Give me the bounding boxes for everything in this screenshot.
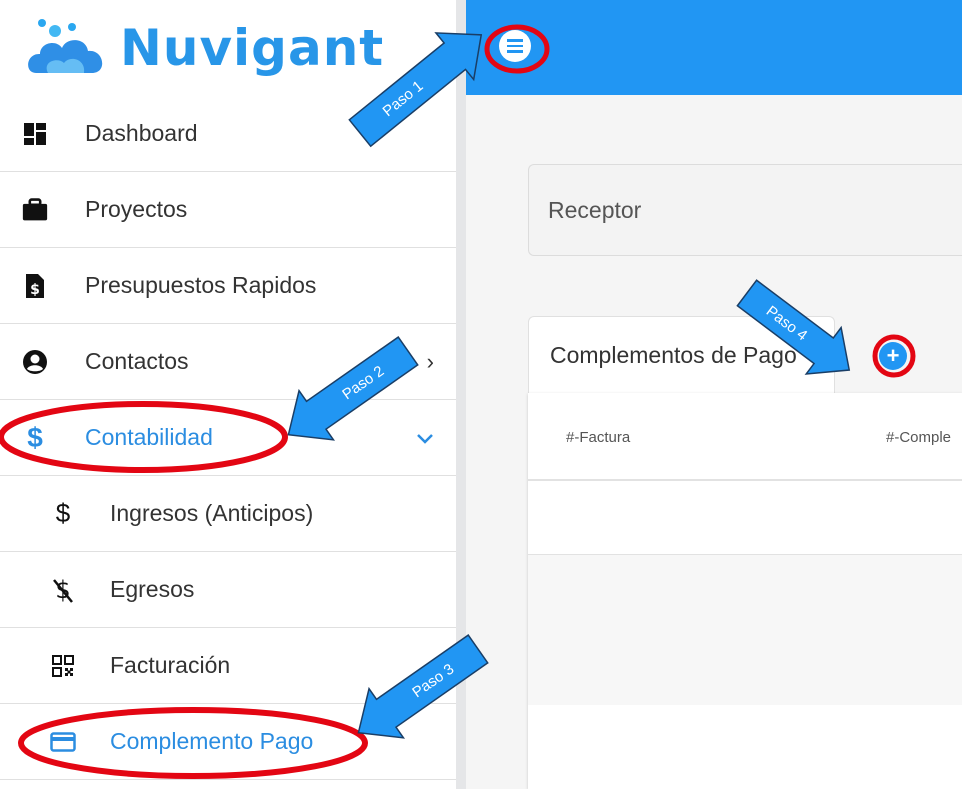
table-row bbox=[528, 481, 962, 555]
add-complemento-button[interactable]: + bbox=[879, 342, 907, 370]
sidebar-item-label: Egresos bbox=[110, 576, 195, 602]
sidebar-item-complemento-pago[interactable]: Complemento Pago bbox=[0, 704, 456, 780]
dollar-icon: $ bbox=[27, 421, 43, 453]
cloud-logo-icon bbox=[28, 19, 103, 73]
dashboard-icon bbox=[22, 121, 48, 147]
sidebar-item-label: Complemento Pago bbox=[110, 728, 314, 754]
table-header: #-Factura #-Comple bbox=[528, 393, 962, 481]
sidebar-menu: Dashboard Proyectos $ Presupuestos Rapid… bbox=[0, 96, 456, 780]
hamburger-menu-icon bbox=[499, 30, 531, 62]
receptor-label: Receptor bbox=[548, 196, 642, 223]
sidebar-item-facturacion[interactable]: Facturación bbox=[0, 628, 456, 704]
sidebar-item-egresos[interactable]: $ Egresos bbox=[0, 552, 456, 628]
credit-card-icon bbox=[50, 729, 76, 755]
sidebar-item-label: Ingresos (Anticipos) bbox=[110, 500, 314, 526]
qr-code-icon bbox=[50, 653, 76, 679]
sidebar-item-label: Proyectos bbox=[85, 196, 188, 222]
hamburger-menu-button[interactable] bbox=[495, 28, 535, 64]
sidebar-item-label: Dashboard bbox=[85, 120, 198, 146]
chevron-right-icon: › bbox=[426, 348, 434, 374]
sidebar-item-dashboard[interactable]: Dashboard bbox=[0, 96, 456, 172]
sidebar-divider bbox=[456, 0, 466, 789]
sidebar-item-presupuestos[interactable]: $ Presupuestos Rapidos bbox=[0, 248, 456, 324]
brand-logo[interactable]: Nuvigant bbox=[28, 8, 384, 88]
svg-text:$: $ bbox=[30, 282, 40, 298]
dollar-slash-icon: $ bbox=[50, 576, 76, 604]
sidebar-item-contactos[interactable]: Contactos › bbox=[0, 324, 456, 400]
dollar-icon: $ bbox=[55, 498, 71, 528]
tab-label: Complementos de Pago bbox=[550, 341, 797, 368]
sidebar-item-proyectos[interactable]: Proyectos bbox=[0, 172, 456, 248]
briefcase-icon bbox=[22, 197, 48, 223]
column-header-factura[interactable]: #-Factura bbox=[566, 429, 630, 446]
tab-complementos-de-pago[interactable]: Complementos de Pago bbox=[528, 316, 835, 393]
chevron-down-icon bbox=[416, 425, 434, 451]
complementos-table: #-Factura #-Comple bbox=[528, 393, 962, 789]
top-app-bar bbox=[466, 0, 962, 95]
brand-name: Nuvigant bbox=[120, 19, 385, 77]
table-footer bbox=[528, 555, 962, 705]
sidebar-item-label: Contabilidad bbox=[85, 424, 213, 450]
sidebar: Nuvigant Dashboard Proyectos $ Presupues… bbox=[0, 0, 456, 789]
sidebar-item-label: Facturación bbox=[110, 652, 231, 678]
sidebar-item-label: Contactos bbox=[85, 348, 189, 374]
sidebar-item-label: Presupuestos Rapidos bbox=[85, 272, 317, 298]
column-header-complemento[interactable]: #-Comple bbox=[886, 429, 951, 446]
user-circle-icon bbox=[22, 349, 48, 375]
receptor-field[interactable]: Receptor bbox=[528, 164, 962, 256]
sidebar-item-ingresos[interactable]: $ Ingresos (Anticipos) bbox=[0, 476, 456, 552]
sidebar-item-contabilidad[interactable]: $ Contabilidad bbox=[0, 400, 456, 476]
invoice-dollar-icon: $ bbox=[22, 273, 48, 299]
